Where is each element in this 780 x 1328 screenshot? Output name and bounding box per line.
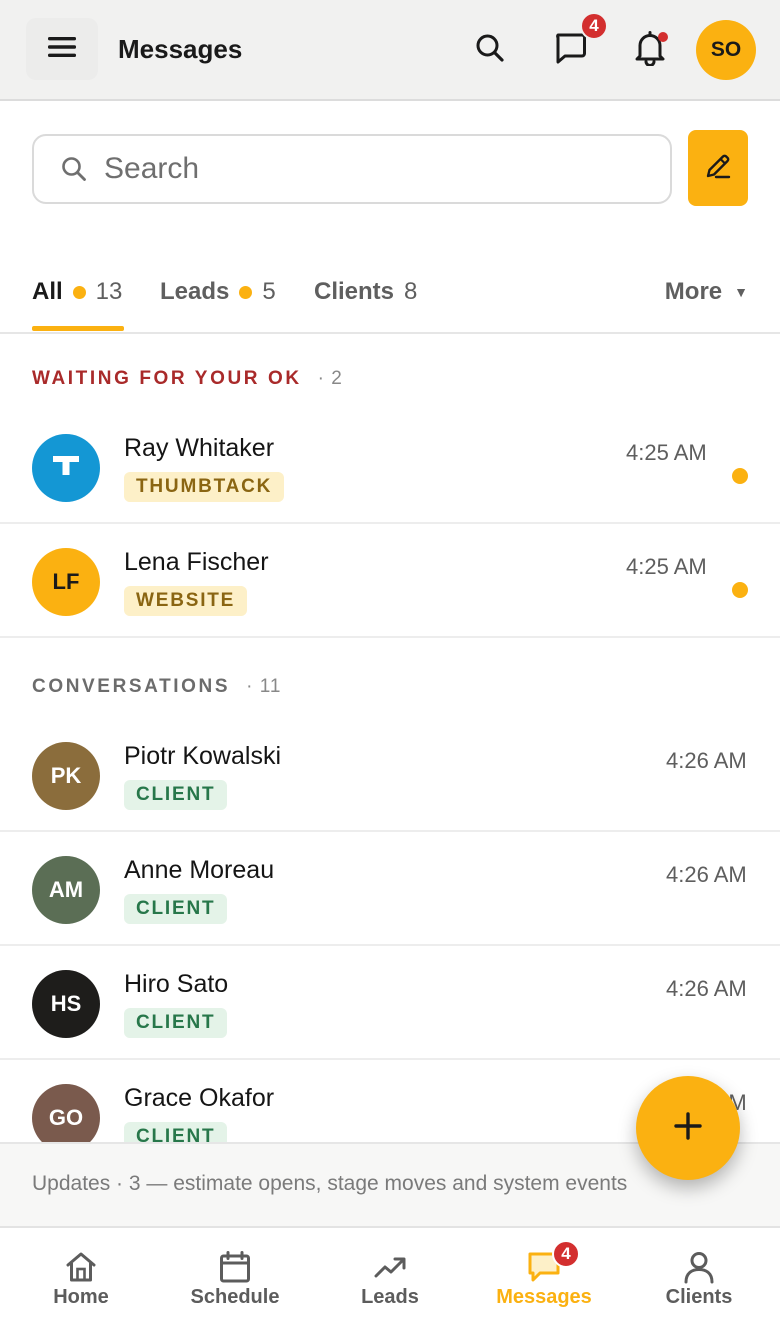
section-header-conversations: CONVERSATIONS · 11 — [32, 672, 281, 702]
conversation-row[interactable]: Ray Whitaker THUMBTACK 4:25 AM — [0, 410, 780, 524]
notification-dot — [658, 32, 668, 42]
tab-count: 13 — [95, 278, 123, 305]
bottom-navigation: Home Schedule Leads 4 Messages Clients — [0, 1226, 780, 1328]
menu-button[interactable] — [26, 18, 98, 80]
search-icon — [60, 155, 88, 183]
tab-count: 8 — [404, 278, 418, 305]
home-icon — [64, 1250, 98, 1286]
search-input[interactable] — [104, 152, 624, 186]
more-tabs-dropdown[interactable]: More ▼ — [665, 272, 748, 312]
nav-clients[interactable]: Clients — [621, 1228, 777, 1328]
nav-label: Clients — [665, 1286, 733, 1308]
client-tag: CLIENT — [124, 894, 228, 924]
new-item-fab[interactable] — [636, 1076, 740, 1180]
tab-all[interactable]: All 13 — [32, 272, 122, 312]
messages-count-badge: 4 — [580, 12, 608, 40]
updates-summary: Updates · 3 — estimate opens, stage move… — [32, 1172, 628, 1195]
trending-up-icon — [373, 1250, 407, 1286]
client-tag: CLIENT — [124, 1122, 228, 1142]
avatar — [32, 434, 100, 502]
active-tab-indicator — [32, 326, 124, 331]
messages-count-badge: 4 — [552, 1240, 580, 1268]
messages-button[interactable]: 4 — [546, 12, 608, 74]
nav-label: Schedule — [190, 1286, 280, 1308]
conversation-row[interactable]: LF Lena Fischer WEBSITE 4:25 AM — [0, 524, 780, 638]
thumbtack-logo-icon — [51, 450, 81, 486]
contact-name: Lena Fischer — [124, 548, 269, 576]
menu-icon — [47, 35, 77, 64]
caret-down-icon: ▼ — [734, 284, 748, 300]
source-tag: WEBSITE — [124, 586, 248, 616]
top-app-bar: Messages 4 SO — [0, 0, 780, 101]
section-title: WAITING FOR YOUR OK — [32, 368, 302, 389]
more-label: More — [664, 278, 723, 305]
contact-name: Hiro Sato — [124, 970, 229, 998]
search-button[interactable] — [466, 26, 514, 74]
source-tag: THUMBTACK — [124, 472, 285, 502]
section-count: · 2 — [317, 368, 343, 389]
nav-home[interactable]: Home — [3, 1228, 159, 1328]
conversation-row[interactable]: PK Piotr Kowalski CLIENT 4:26 AM — [0, 718, 780, 832]
user-avatar[interactable]: SO — [696, 20, 756, 80]
nav-leads[interactable]: Leads — [312, 1228, 468, 1328]
unread-dot — [239, 285, 253, 299]
tab-leads[interactable]: Leads 5 — [160, 272, 276, 312]
client-tag: CLIENT — [124, 780, 228, 810]
nav-label: Leads — [361, 1286, 419, 1308]
section-header-waiting: WAITING FOR YOUR OK · 2 — [32, 364, 343, 394]
person-icon — [682, 1250, 716, 1286]
contact-name: Grace Okafor — [124, 1084, 275, 1112]
message-time: 4:26 AM — [666, 976, 747, 1001]
avatar: AM — [32, 856, 100, 924]
message-time: 4:25 AM — [626, 554, 707, 579]
conversation-row[interactable]: AM Anne Moreau CLIENT 4:26 AM — [0, 832, 780, 946]
avatar: HS — [32, 970, 100, 1038]
tab-label: Clients — [314, 278, 395, 305]
tab-label: Leads — [160, 278, 230, 305]
section-count: · 11 — [246, 676, 282, 697]
tab-label: All — [32, 278, 63, 305]
unread-dot — [72, 285, 86, 299]
pencil-icon — [703, 151, 733, 186]
notifications-button[interactable] — [626, 26, 674, 74]
calendar-icon — [218, 1250, 252, 1286]
tab-count: 5 — [262, 278, 276, 305]
nav-label: Home — [53, 1286, 109, 1308]
message-time: 4:26 AM — [666, 748, 747, 773]
nav-messages[interactable]: 4 Messages — [466, 1228, 622, 1328]
unread-dot — [732, 582, 748, 598]
section-title: CONVERSATIONS — [32, 676, 231, 697]
message-time: 4:25 AM — [626, 440, 707, 465]
contact-name: Ray Whitaker — [124, 434, 275, 462]
tab-clients[interactable]: Clients 8 — [314, 272, 417, 312]
plus-icon — [673, 1111, 703, 1146]
nav-schedule[interactable]: Schedule — [157, 1228, 313, 1328]
contact-name: Piotr Kowalski — [124, 742, 281, 770]
avatar: LF — [32, 548, 100, 616]
compose-button[interactable] — [688, 130, 748, 206]
unread-dot — [732, 468, 748, 484]
conversation-row[interactable]: HS Hiro Sato CLIENT 4:26 AM — [0, 946, 780, 1060]
search-field — [32, 134, 672, 204]
search-icon — [474, 32, 506, 69]
nav-label: Messages — [496, 1286, 592, 1308]
message-time: 4:26 AM — [666, 862, 747, 887]
client-tag: CLIENT — [124, 1008, 228, 1038]
avatar: GO — [32, 1084, 100, 1142]
page-title: Messages — [118, 34, 243, 64]
chat-icon — [552, 30, 588, 71]
filter-tabs: All 13 Leads 5 Clients 8 More ▼ — [0, 248, 780, 334]
avatar: PK — [32, 742, 100, 810]
contact-name: Anne Moreau — [124, 856, 275, 884]
